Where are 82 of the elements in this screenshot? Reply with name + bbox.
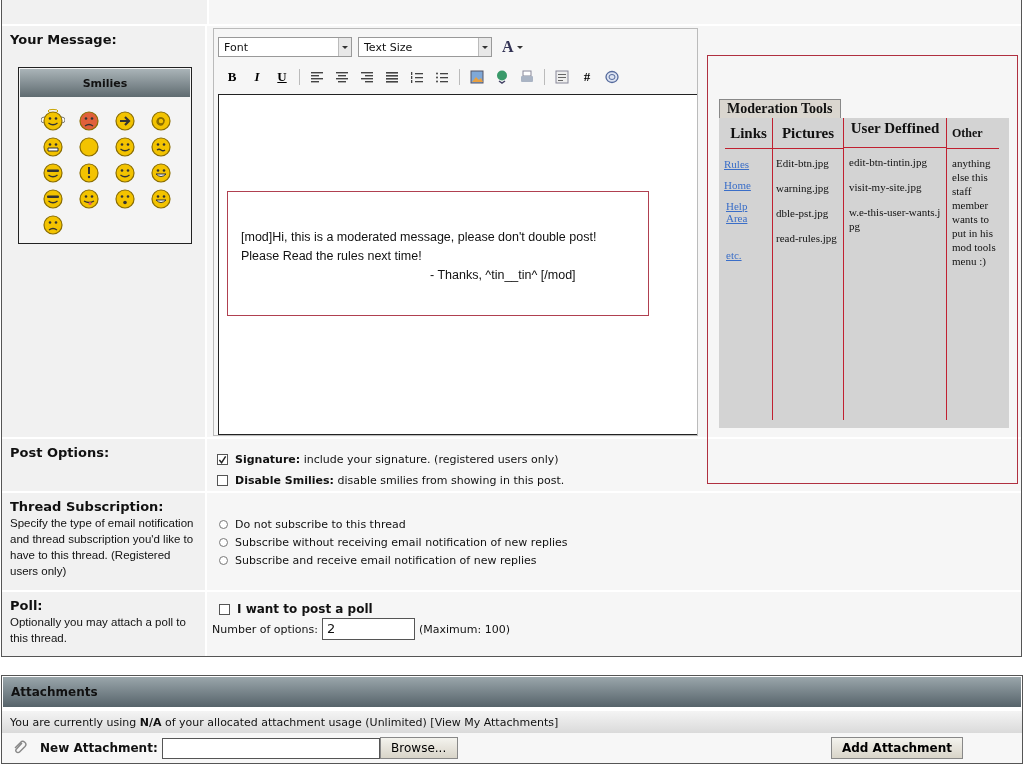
column-heading: Pictures: [773, 118, 843, 149]
option-label: Subscribe without receiving email notification of new replies: [235, 535, 568, 549]
paperclip-icon: [12, 740, 28, 756]
message-textarea[interactable]: [mod]Hi, this is a moderated message, please don't double post! Please Read the rules next time! - Thanks, ^tin__tin^ [/mod]: [218, 94, 697, 435]
smiley-icon[interactable]: [41, 134, 65, 158]
checkbox[interactable]: [217, 475, 228, 486]
file-name: dble-pst.jpg: [776, 206, 830, 220]
smiley-icon[interactable]: [113, 108, 137, 132]
option-label: Signature: include your signature. (registered users only): [235, 453, 559, 466]
globe-icon[interactable]: [494, 69, 510, 85]
file-name: warning.jpg: [776, 181, 830, 195]
option-label: I want to post a poll: [237, 602, 373, 616]
dropdown-icon: [481, 43, 489, 51]
smiley-icon[interactable]: [149, 134, 173, 158]
format-button[interactable]: U: [274, 69, 290, 85]
smiley-icon[interactable]: [41, 160, 65, 184]
smiley-icon[interactable]: [41, 186, 65, 210]
smiley-icon[interactable]: [149, 160, 173, 184]
checkbox[interactable]: [217, 454, 228, 465]
file-field[interactable]: [161, 737, 380, 759]
maximum-note: (Maximum: 100): [419, 622, 510, 636]
file-name: Edit-btn.jpg: [776, 156, 830, 170]
image-icon[interactable]: [469, 69, 485, 85]
text-color-button[interactable]: A: [498, 38, 528, 56]
section-description: Specify the type of email notification and thread subscription you'd like to have to this thread. (Registered users only): [10, 516, 195, 579]
format-button[interactable]: #: [579, 69, 595, 85]
attachments-header: Attachments: [2, 676, 1022, 708]
options-count-field[interactable]: 2: [322, 618, 415, 640]
smiley-icon[interactable]: [77, 186, 101, 210]
file-name: visit-my-site.jpg: [849, 180, 923, 194]
checkbox[interactable]: [219, 603, 230, 615]
size-select[interactable]: Text Size: [358, 37, 492, 57]
option-label: Disable Smilies: disable smilies from showing in this post.: [235, 474, 565, 487]
signature-text: - Thanks, ^tin__tin^ [/mod]: [429, 267, 577, 284]
ordered-list-icon[interactable]: [409, 69, 425, 85]
quote-icon[interactable]: [554, 69, 570, 85]
section-label: Poll:: [10, 598, 44, 613]
field-label: New Attachment:: [40, 741, 158, 755]
radio-button[interactable]: [219, 537, 228, 547]
column-heading: Other: [947, 118, 999, 149]
tool-link[interactable]: etc.: [724, 249, 752, 261]
tool-link[interactable]: Home: [724, 179, 750, 191]
align-left-icon[interactable]: [309, 69, 325, 85]
smiley-icon[interactable]: [41, 108, 65, 132]
smiley-icon[interactable]: [77, 160, 101, 184]
option-label: Do not subscribe to this thread: [235, 517, 406, 531]
message-text: Please Read the rules next time!: [241, 248, 423, 265]
field-label: Number of options:: [212, 622, 318, 636]
smiley-icon[interactable]: [77, 108, 101, 132]
align-center-icon[interactable]: [334, 69, 350, 85]
smiley-icon[interactable]: [149, 186, 173, 210]
browse-button[interactable]: Browse...: [379, 737, 458, 759]
tool-link[interactable]: Help Area: [724, 200, 752, 224]
column-heading: User Deffined: [844, 118, 946, 148]
section-label: Post Options:: [10, 445, 111, 460]
smiley-icon[interactable]: [113, 134, 137, 158]
radio-button[interactable]: [219, 555, 228, 565]
caret-icon: [515, 43, 524, 51]
font-select[interactable]: Font: [218, 37, 352, 57]
smiley-icon[interactable]: [41, 212, 65, 236]
format-button[interactable]: I: [249, 69, 265, 85]
format-button[interactable]: B: [224, 69, 240, 85]
message-text: [mod]Hi, this is a moderated message, please don't double post!: [241, 229, 598, 246]
note-text: anything else this staff member wants to put in his mod tools menu :): [952, 156, 997, 268]
file-name: read-rules.jpg: [776, 231, 838, 245]
column-heading: Links: [725, 118, 772, 149]
smilies-header: Smilies: [20, 69, 190, 97]
attachment-usage-text: You are currently using N/A of your allocated attachment usage (Unlimited) [View My Attachments]: [10, 715, 559, 729]
section-label: Your Message:: [10, 32, 118, 47]
add-attachment-button[interactable]: Add Attachment: [831, 737, 963, 759]
align-right-icon[interactable]: [359, 69, 375, 85]
smiley-icon[interactable]: [113, 160, 137, 184]
section-description: Optionally you may attach a poll to this thread.: [10, 615, 187, 646]
smiley-icon[interactable]: [113, 186, 137, 210]
dropdown-icon: [341, 43, 349, 51]
file-name: w.e-this-user-wants.jpg: [849, 205, 942, 233]
justify-icon[interactable]: [384, 69, 400, 85]
file-name: edit-btn-tintin.jpg: [849, 155, 928, 169]
radio-button[interactable]: [219, 519, 228, 529]
section-label: Thread Subscription:: [10, 499, 165, 514]
option-label: Subscribe and receive email notification of new replies: [235, 553, 537, 567]
moderation-tools-tab[interactable]: Moderation Tools: [719, 99, 842, 118]
